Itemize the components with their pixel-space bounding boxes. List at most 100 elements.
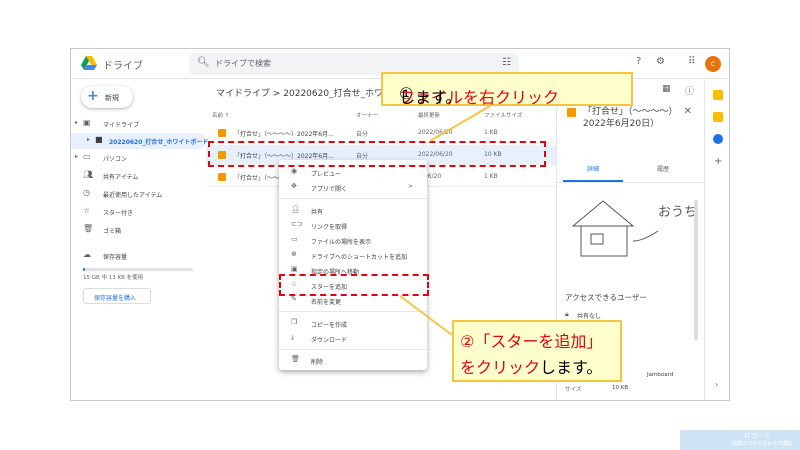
trash-icon: 🗑︎ — [291, 355, 300, 363]
menu-item-download[interactable]: ⤓ ダウンロード — [279, 332, 427, 345]
sidebar-item-storage[interactable]: ☁ 保存容量 — [71, 248, 206, 264]
info-icon[interactable]: ⓘ — [685, 84, 694, 97]
download-icon: ⤓ — [291, 333, 295, 341]
sidebar-item-folder[interactable]: ▸ ■ 20220620_打合せ_ホワイトボード — [71, 133, 208, 149]
menu-item-preview[interactable]: ◉ プレビュー — [279, 166, 427, 179]
move-to-icon: ▣ — [291, 265, 298, 273]
tutorial-slide: ドライブ 🔍︎ ドライブで検索 ☷ ? ⚙ ⠿ c + 新規 ▸ ▣ マイドライ… — [0, 0, 800, 450]
tab-details[interactable]: 詳細 — [587, 164, 599, 173]
jamboard-file-icon — [567, 108, 576, 117]
shortcut-icon: ⊕ — [291, 250, 297, 258]
sidebar-item-starred[interactable]: ☆ スター付き — [71, 204, 206, 220]
trash-icon: 🗑︎ — [83, 224, 94, 233]
menu-item-get-link[interactable]: ⊂⊃ リンクを取得 — [279, 219, 427, 232]
search-input[interactable]: ドライブで検索 — [215, 58, 271, 69]
step2-line2: をクリック — [460, 358, 541, 377]
divider — [279, 198, 427, 199]
recent-icon: ◷ — [83, 188, 90, 197]
sidebar-item-my-drive[interactable]: ▸ ▣ マイドライブ — [71, 116, 206, 132]
callout-step1: ① ファイルを右クリック します。 — [381, 72, 633, 107]
menu-item-share[interactable]: 👤︎ 共有 — [279, 204, 427, 217]
tab-activity[interactable]: 履歴 — [657, 164, 669, 173]
breadcrumb[interactable]: マイドライブ > 20220620_打合せ_ホワイト — [216, 86, 401, 99]
details-app: Jamboard — [647, 372, 674, 378]
avatar[interactable]: c — [705, 56, 721, 72]
sidebar-item-trash[interactable]: 🗑︎ ゴミ箱 — [71, 222, 206, 238]
lock-icon: 🔒︎ — [565, 310, 569, 318]
context-menu: ◉ プレビュー ✥ アプリで開く > 👤︎ 共有 ⊂⊃ リンクを取得 ▭ ファイ… — [279, 160, 427, 370]
callout-step2: ②「スターを追加」 をクリックします。 — [452, 320, 622, 382]
person-add-icon: 👤︎ — [291, 205, 300, 213]
step2-rest: します。 — [540, 358, 603, 377]
menu-item-add-shortcut[interactable]: ⊕ ドライブへのショートカットを追加 — [279, 249, 427, 262]
chevron-right-icon[interactable]: › — [715, 380, 718, 389]
tasks-icon[interactable] — [713, 134, 723, 144]
plus-icon: + — [87, 88, 99, 104]
column-owner[interactable]: オーナー — [356, 111, 378, 119]
divider — [279, 311, 427, 312]
pencil-icon: ✎ — [291, 295, 297, 303]
menu-item-show-location[interactable]: ▭ ファイルの場所を表示 — [279, 234, 427, 247]
search-icon[interactable]: 🔍︎ — [197, 57, 210, 68]
eye-icon: ◉ — [291, 167, 298, 175]
highlight-file-row — [208, 141, 546, 167]
cloud-icon: ☁ — [83, 250, 91, 259]
buy-storage-button[interactable]: 保存容量を購入 — [83, 288, 151, 304]
size-label: サイズ — [565, 387, 582, 393]
close-icon[interactable]: ✕ — [684, 106, 692, 117]
folder-icon: ▭ — [291, 235, 298, 243]
storage-bar — [83, 268, 193, 271]
help-icon[interactable]: ? — [636, 56, 641, 67]
whiteboard-thumbnail: おうち — [571, 200, 697, 257]
menu-item-make-copy[interactable]: ❐ コピーを作成 — [279, 317, 427, 330]
column-name[interactable]: 名前 ↑ — [212, 111, 229, 119]
computer-icon: ▭ — [83, 152, 91, 161]
storage-usage-text: 15 GB 中 13 KB を使用 — [83, 275, 144, 281]
folder-icon: ■ — [95, 135, 103, 144]
apps-grid-icon[interactable]: ⠿ — [688, 56, 695, 67]
my-drive-icon: ▣ — [83, 118, 91, 127]
move-icon: ✥ — [291, 182, 297, 190]
chevron-right-icon: > — [407, 183, 413, 190]
star-icon: ☆ — [83, 206, 91, 215]
highlight-add-star — [279, 274, 429, 296]
copy-icon: ❐ — [291, 318, 298, 326]
menu-item-open-with[interactable]: ✥ アプリで開く > — [279, 181, 427, 194]
sharing-status: 共有なし — [577, 313, 602, 320]
shared-icon: 👥︎ — [83, 170, 94, 179]
sidebar: + 新規 ▸ ▣ マイドライブ ▸ ■ 20220620_打合せ_ホワイトボード… — [71, 80, 208, 400]
jamboard-file-icon — [218, 129, 226, 137]
footer-subtitle: 知識ゼロから始めるIT講座 — [732, 441, 792, 447]
access-title: アクセスできるユーザー — [565, 293, 647, 302]
sidebar-item-shared[interactable]: 👥︎ 共有アイテム — [71, 168, 206, 184]
size-value: 10 KB — [612, 385, 629, 391]
storage-bar-fill — [83, 268, 86, 271]
app-title: ドライブ — [103, 61, 143, 72]
svg-text:おうち: おうち — [658, 205, 697, 220]
side-rail: + › — [704, 80, 729, 400]
settings-icon[interactable]: ⚙ — [656, 56, 665, 67]
sidebar-item-computers[interactable]: ▸ ▭ パソコン — [71, 150, 206, 166]
add-addon-icon[interactable]: + — [714, 156, 722, 167]
calendar-icon[interactable] — [713, 90, 723, 100]
new-button[interactable]: + 新規 — [81, 86, 133, 108]
details-title: 「打合せ」（〜〜〜〜）2022年6月20日） — [583, 107, 678, 129]
table-row[interactable]: 「打合せ」（〜〜〜〜）2022年6月... 自分 2022/06/20 1 KB — [206, 123, 556, 143]
drive-logo-icon — [81, 56, 97, 70]
jamboard-file-icon — [218, 173, 226, 181]
divider — [557, 182, 705, 183]
step1-rest: します。 — [399, 88, 462, 107]
scrollbar[interactable] — [694, 200, 698, 340]
divider — [279, 349, 427, 350]
footer-brand: IT ロード 知識ゼロから始めるIT講座 — [680, 430, 800, 450]
step2-line1: ②「スターを追加」 — [460, 332, 603, 351]
footer-title: IT ロード — [744, 433, 770, 440]
column-modified[interactable]: 最終更新 — [418, 111, 440, 119]
sidebar-item-recent[interactable]: ◷ 最近使用したアイテム — [71, 186, 206, 202]
menu-item-delete[interactable]: 🗑︎ 削除 — [279, 354, 427, 367]
filter-icon[interactable]: ☷ — [502, 57, 511, 68]
column-size[interactable]: ファイルサイズ — [484, 111, 522, 119]
grid-view-icon[interactable]: ▦ — [662, 84, 671, 94]
keep-icon[interactable] — [713, 112, 723, 122]
link-icon: ⊂⊃ — [291, 220, 303, 228]
